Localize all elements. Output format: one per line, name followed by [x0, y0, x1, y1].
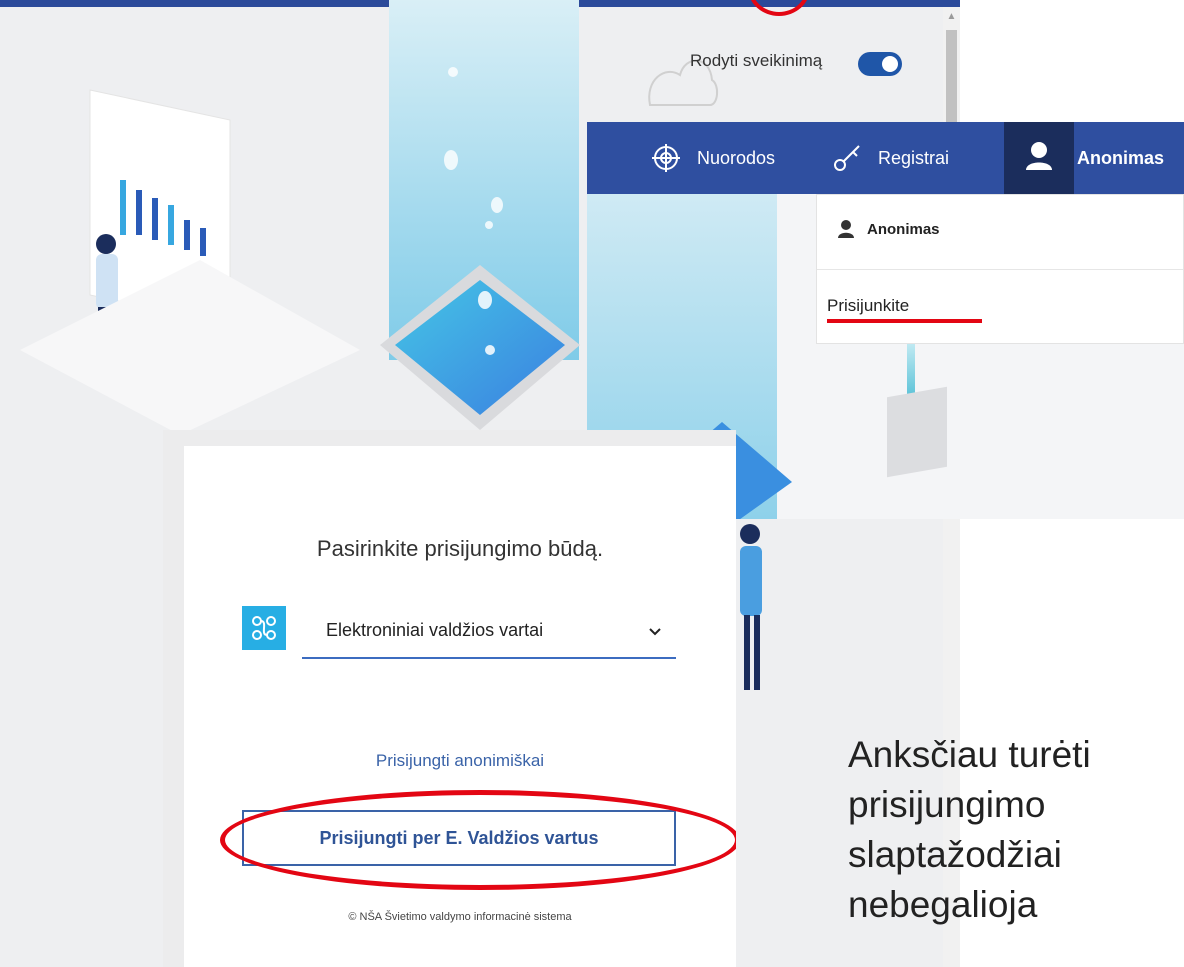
- greeting-toggle-label: Rodyti sveikinimą: [690, 51, 823, 70]
- red-highlight-circle: [748, 0, 810, 16]
- red-highlight-ellipse: [220, 790, 736, 890]
- nav-bar: Nuorodos Registrai Anonimas: [587, 122, 1184, 194]
- nav-item-label: Anonimas: [1077, 147, 1165, 168]
- chevron-down-icon: [649, 628, 661, 636]
- nav-item-registrai[interactable]: Registrai: [832, 122, 949, 194]
- login-card-body: Pasirinkite prisijungimo būdą. Elektroni…: [184, 446, 736, 967]
- notice-line: nebegalioja: [848, 884, 1038, 925]
- nav-item-label: Nuorodos: [697, 147, 776, 168]
- dropdown-divider: [817, 269, 1183, 270]
- greeting-toggle[interactable]: [858, 52, 902, 76]
- notice-line: prisijungimo: [848, 784, 1046, 825]
- login-card: Pasirinkite prisijungimo būdą. Elektroni…: [163, 430, 736, 967]
- cube-illustration: [887, 386, 947, 478]
- nav-item-anonimas[interactable]: Anonimas: [1077, 122, 1164, 194]
- login-anonymous-link[interactable]: Prisijungti anonimiškai: [184, 751, 736, 771]
- key-icon: [834, 145, 860, 171]
- login-heading: Pasirinkite prisijungimo būdą.: [316, 536, 604, 561]
- notice-line: slaptažodžiai: [848, 834, 1062, 875]
- network-icon: [242, 606, 286, 650]
- toggle-knob: [882, 56, 898, 72]
- user-icon: [838, 220, 854, 238]
- platform-illustration: [20, 260, 360, 435]
- user-dropdown-menu: Anonimas Prisijunkite: [816, 194, 1184, 344]
- footer-copyright: © NŠA Švietimo valdymo informacinė siste…: [348, 911, 572, 923]
- red-highlight-underline: [827, 319, 982, 323]
- scroll-up-arrow-icon[interactable]: ▲: [944, 10, 959, 24]
- dropdown-user-header: Anonimas: [837, 219, 940, 239]
- notice-text: Anksčiau turėti prisijungimo slaptažodži…: [848, 730, 1091, 930]
- nav-item-nuorodos[interactable]: Nuorodos: [651, 122, 775, 194]
- dropdown-login-link[interactable]: Prisijunkite: [827, 296, 909, 316]
- dropdown-user-name: Anonimas: [867, 220, 940, 238]
- nav-item-label: Registrai: [878, 147, 950, 168]
- user-icon: [1026, 142, 1052, 170]
- notice-line: Anksčiau turėti: [848, 734, 1091, 775]
- crosshair-icon: [652, 144, 680, 172]
- login-method-value: Elektroniniai valdžios vartai: [326, 620, 544, 640]
- login-method-select[interactable]: Elektroniniai valdžios vartai: [302, 611, 676, 659]
- woman-illustration: [740, 524, 762, 690]
- diamond-platform-illustration: [380, 265, 580, 430]
